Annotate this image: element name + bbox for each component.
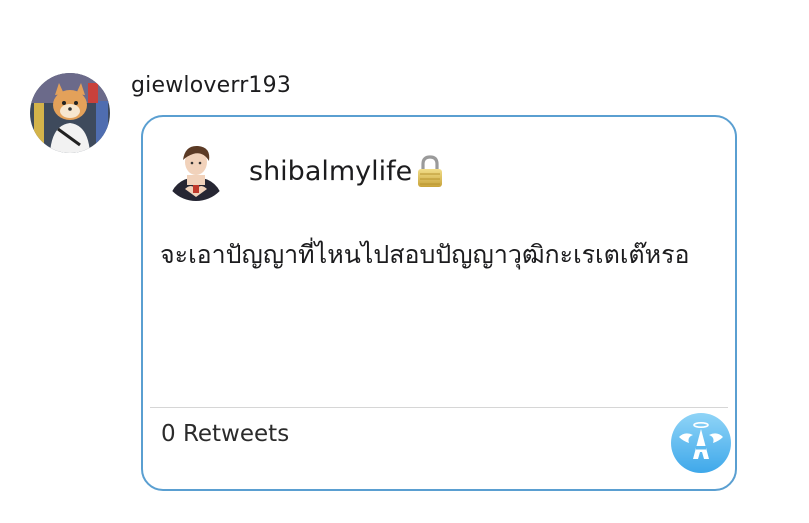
card-divider bbox=[150, 407, 728, 408]
page: giewloverr193 shibalmylife จะเอาปัญญาที่… bbox=[0, 0, 809, 523]
post-text: จะเอาปัญญาที่ไหนไปสอบปัญญาวุฒิกะเรเตเต๊ห… bbox=[160, 240, 690, 269]
quoted-post-card[interactable]: shibalmylife จะเอาปัญญาที่ไหนไปสอบปัญญาว… bbox=[141, 115, 737, 491]
angel-a-app-icon[interactable] bbox=[671, 413, 731, 473]
lock-icon bbox=[415, 153, 445, 189]
outer-avatar[interactable] bbox=[30, 73, 110, 153]
inner-avatar[interactable] bbox=[163, 135, 229, 201]
retweet-count[interactable]: 0 Retweets bbox=[161, 421, 289, 447]
inner-username[interactable]: shibalmylife bbox=[249, 156, 412, 187]
outer-username[interactable]: giewloverr193 bbox=[131, 73, 291, 98]
inner-username-row: shibalmylife bbox=[249, 153, 445, 189]
